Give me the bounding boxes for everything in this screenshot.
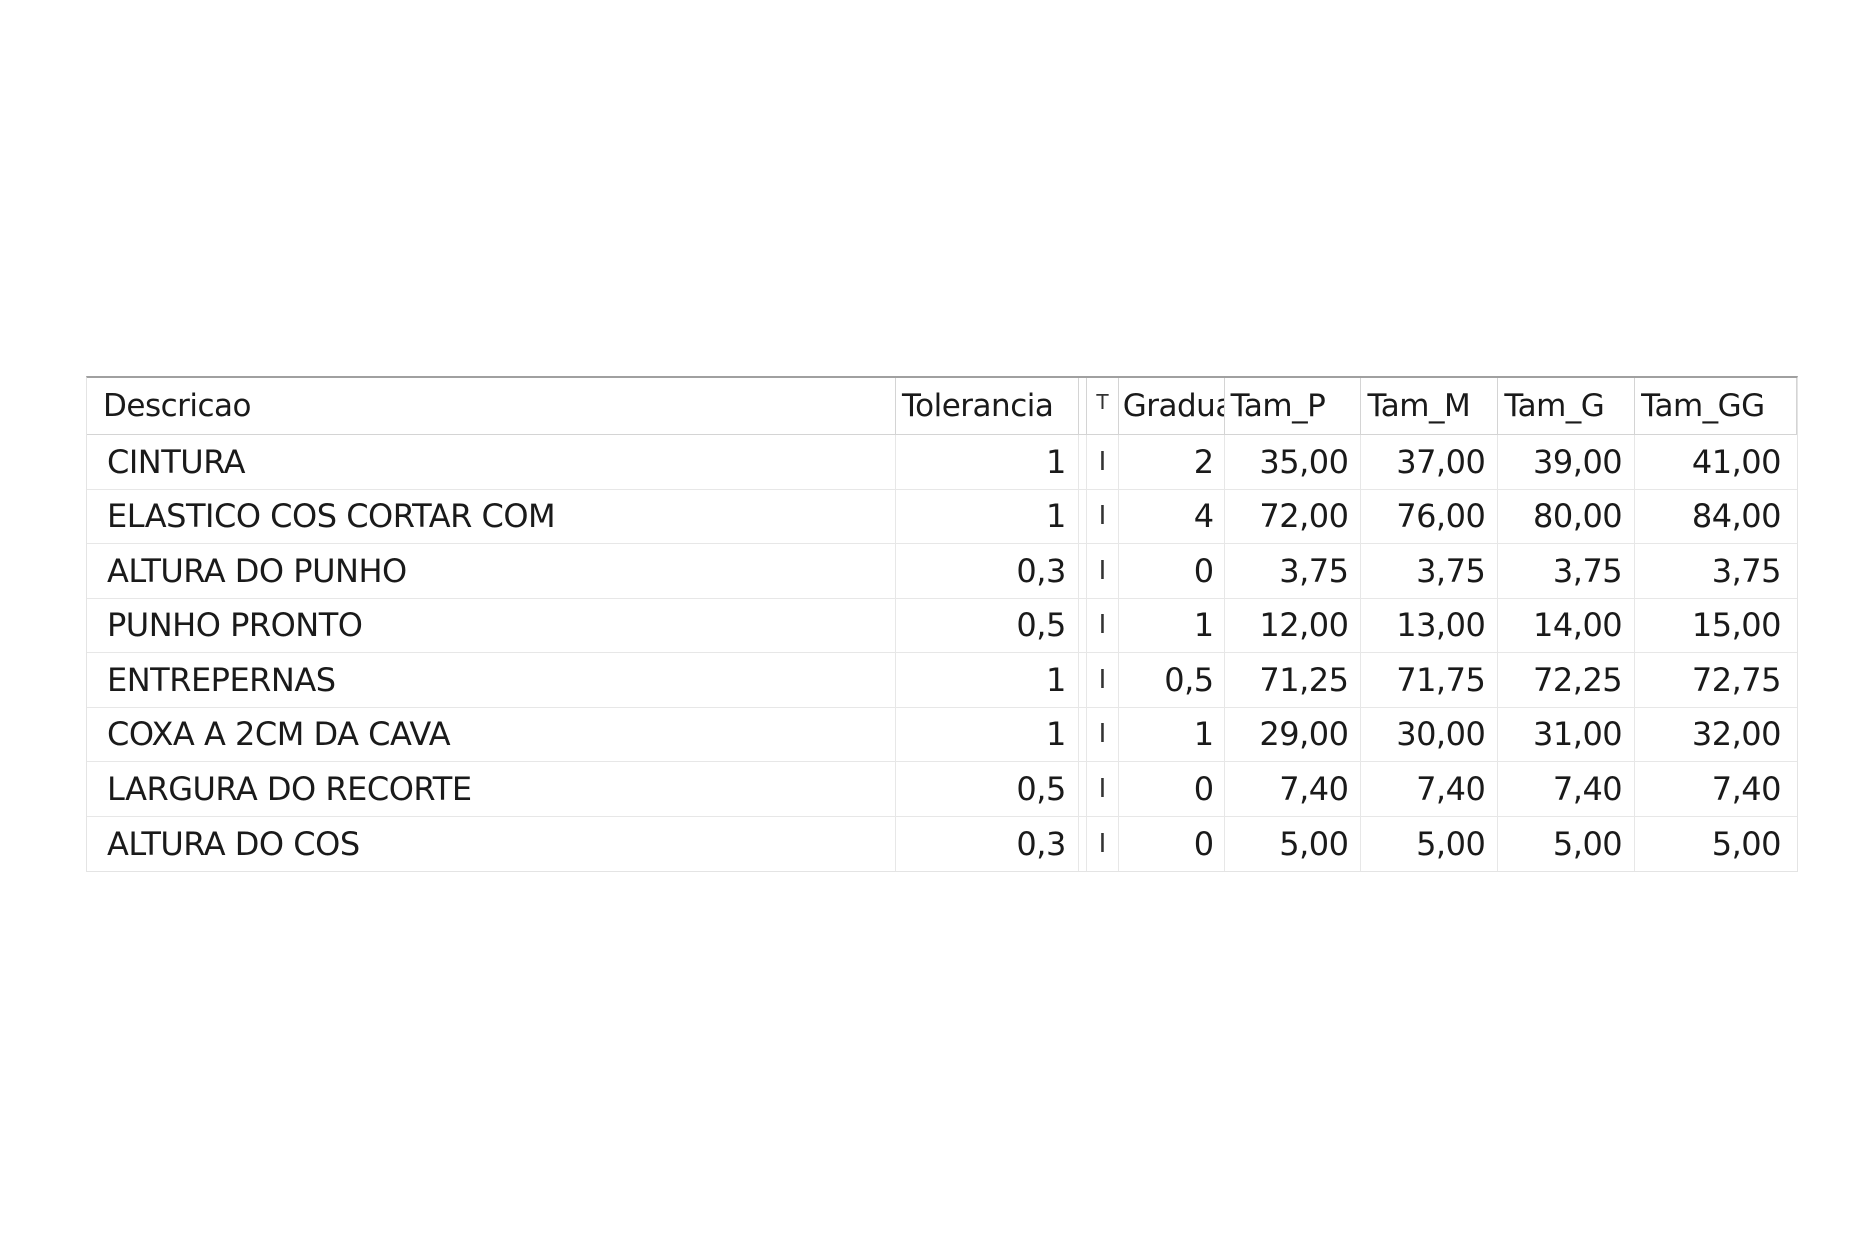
cell-tam-gg[interactable]: 15,00: [1635, 599, 1797, 653]
cell-narrow[interactable]: [1079, 762, 1087, 816]
column-header-tam-gg[interactable]: Tam_GG: [1635, 378, 1797, 434]
cell-descricao[interactable]: COXA A 2CM DA CAVA: [87, 707, 897, 761]
column-header-tam-m[interactable]: Tam_M: [1361, 378, 1499, 434]
table-row[interactable]: PUNHO PRONTO 0,5 I 1 12,00 13,00 14,00 15,00: [87, 598, 1797, 653]
table-row[interactable]: ALTURA DO COS 0,3 I 0 5,00 5,00 5,00 5,00: [87, 816, 1797, 872]
cell-tam-g[interactable]: 7,40: [1498, 762, 1636, 816]
cell-tolerancia[interactable]: 0,3: [896, 544, 1079, 598]
cell-t[interactable]: I: [1087, 489, 1119, 543]
cell-descricao[interactable]: ALTURA DO PUNHO: [87, 544, 897, 598]
cell-tam-g[interactable]: 39,00: [1498, 435, 1636, 489]
column-header-tolerancia[interactable]: Tolerancia: [896, 378, 1079, 434]
cell-tam-m[interactable]: 7,40: [1361, 762, 1499, 816]
cell-tam-g[interactable]: 5,00: [1498, 816, 1636, 871]
cell-graduacao[interactable]: 2: [1119, 435, 1225, 489]
cell-t[interactable]: I: [1087, 653, 1119, 707]
cell-tam-gg[interactable]: 84,00: [1635, 490, 1797, 544]
cell-t[interactable]: I: [1087, 598, 1119, 652]
cell-tam-m[interactable]: 71,75: [1361, 653, 1499, 707]
cell-descricao[interactable]: ALTURA DO COS: [87, 816, 897, 871]
cell-tam-gg[interactable]: 32,00: [1635, 708, 1797, 762]
grid-header-row: Descricao Tolerancia T Gradua Tam_P Tam_…: [87, 378, 1797, 435]
cell-narrow[interactable]: [1079, 435, 1087, 489]
cell-tam-g[interactable]: 3,75: [1498, 544, 1636, 598]
cell-tam-gg[interactable]: 3,75: [1635, 544, 1797, 598]
table-row[interactable]: CINTURA 1 I 2 35,00 37,00 39,00 41,00: [87, 435, 1797, 490]
cell-tam-gg[interactable]: 5,00: [1635, 817, 1797, 872]
cell-narrow[interactable]: [1079, 598, 1087, 652]
cell-descricao[interactable]: ELASTICO COS CORTAR COM: [87, 489, 897, 543]
cell-tam-g[interactable]: 14,00: [1498, 598, 1636, 652]
table-row[interactable]: ELASTICO COS CORTAR COM 1 I 4 72,00 76,00 80,0…: [87, 489, 1797, 544]
cell-tam-m[interactable]: 3,75: [1361, 544, 1499, 598]
cell-tolerancia[interactable]: 0,3: [896, 816, 1079, 871]
column-header-graduacao[interactable]: Gradua: [1119, 378, 1225, 434]
cell-tam-m[interactable]: 5,00: [1361, 816, 1499, 871]
cell-tam-p[interactable]: 71,25: [1225, 653, 1362, 707]
column-header-descricao[interactable]: Descricao: [87, 378, 896, 434]
cell-tolerancia[interactable]: 1: [896, 707, 1079, 761]
cell-narrow[interactable]: [1079, 544, 1087, 598]
cell-tolerancia[interactable]: 0,5: [896, 762, 1079, 816]
cell-narrow[interactable]: [1079, 707, 1087, 761]
cell-graduacao[interactable]: 0: [1119, 762, 1225, 816]
cell-tam-p[interactable]: 7,40: [1225, 762, 1362, 816]
cell-graduacao[interactable]: 4: [1119, 489, 1225, 543]
cell-tam-gg[interactable]: 7,40: [1635, 762, 1797, 816]
cell-tam-m[interactable]: 13,00: [1361, 598, 1499, 652]
cell-tam-g[interactable]: 72,25: [1498, 653, 1636, 707]
cell-narrow[interactable]: [1079, 489, 1087, 543]
cell-narrow[interactable]: [1079, 816, 1087, 871]
cell-tam-m[interactable]: 37,00: [1361, 435, 1499, 489]
cell-tam-g[interactable]: 80,00: [1498, 489, 1636, 543]
cell-descricao[interactable]: LARGURA DO RECORTE: [87, 762, 897, 816]
table-row[interactable]: LARGURA DO RECORTE 0,5 I 0 7,40 7,40 7,40 7,40: [87, 762, 1797, 817]
cell-t[interactable]: I: [1087, 435, 1119, 489]
cell-t[interactable]: I: [1087, 707, 1119, 761]
cell-tam-p[interactable]: 35,00: [1225, 435, 1362, 489]
cell-tolerancia[interactable]: 1: [896, 653, 1079, 707]
cell-tolerancia[interactable]: 1: [896, 489, 1079, 543]
table-row[interactable]: COXA A 2CM DA CAVA 1 I 1 29,00 30,00 31,00 32,0…: [87, 707, 1797, 762]
cell-t[interactable]: I: [1087, 762, 1119, 816]
cell-graduacao[interactable]: 1: [1119, 707, 1225, 761]
grid-body: CINTURA 1 I 2 35,00 37,00 39,00 41,00 ELASTICO C…: [87, 435, 1797, 871]
cell-t[interactable]: I: [1087, 816, 1119, 871]
cell-graduacao[interactable]: 0: [1119, 544, 1225, 598]
cell-tam-g[interactable]: 31,00: [1498, 707, 1636, 761]
column-header-tam-g[interactable]: Tam_G: [1498, 378, 1636, 434]
cell-tam-m[interactable]: 76,00: [1361, 489, 1499, 543]
cell-tam-p[interactable]: 3,75: [1225, 544, 1362, 598]
cell-tam-p[interactable]: 5,00: [1225, 816, 1362, 871]
column-header-narrow[interactable]: [1079, 378, 1087, 434]
cell-descricao[interactable]: ENTREPERNAS: [87, 653, 897, 707]
cell-tam-p[interactable]: 29,00: [1225, 707, 1362, 761]
cell-narrow[interactable]: [1079, 653, 1087, 707]
cell-t[interactable]: I: [1087, 544, 1119, 598]
cell-tam-p[interactable]: 12,00: [1225, 598, 1362, 652]
cell-tam-m[interactable]: 30,00: [1361, 707, 1499, 761]
column-header-tam-p[interactable]: Tam_P: [1225, 378, 1362, 434]
table-row[interactable]: ALTURA DO PUNHO 0,3 I 0 3,75 3,75 3,75 3,75: [87, 544, 1797, 599]
cell-tam-gg[interactable]: 72,75: [1635, 653, 1797, 707]
cell-tam-p[interactable]: 72,00: [1225, 489, 1362, 543]
measurement-grid: Descricao Tolerancia T Gradua Tam_P Tam_…: [86, 376, 1798, 872]
cell-tolerancia[interactable]: 0,5: [896, 598, 1079, 652]
cell-graduacao[interactable]: 0,5: [1119, 653, 1225, 707]
cell-descricao[interactable]: CINTURA: [87, 435, 897, 489]
column-header-t[interactable]: T: [1087, 378, 1119, 434]
cell-tam-gg[interactable]: 41,00: [1635, 435, 1797, 489]
cell-tolerancia[interactable]: 1: [896, 435, 1079, 489]
cell-graduacao[interactable]: 1: [1119, 598, 1225, 652]
table-row[interactable]: ENTREPERNAS 1 I 0,5 71,25 71,75 72,25 72,75: [87, 653, 1797, 708]
cell-graduacao[interactable]: 0: [1119, 816, 1225, 871]
cell-descricao[interactable]: PUNHO PRONTO: [87, 598, 897, 652]
